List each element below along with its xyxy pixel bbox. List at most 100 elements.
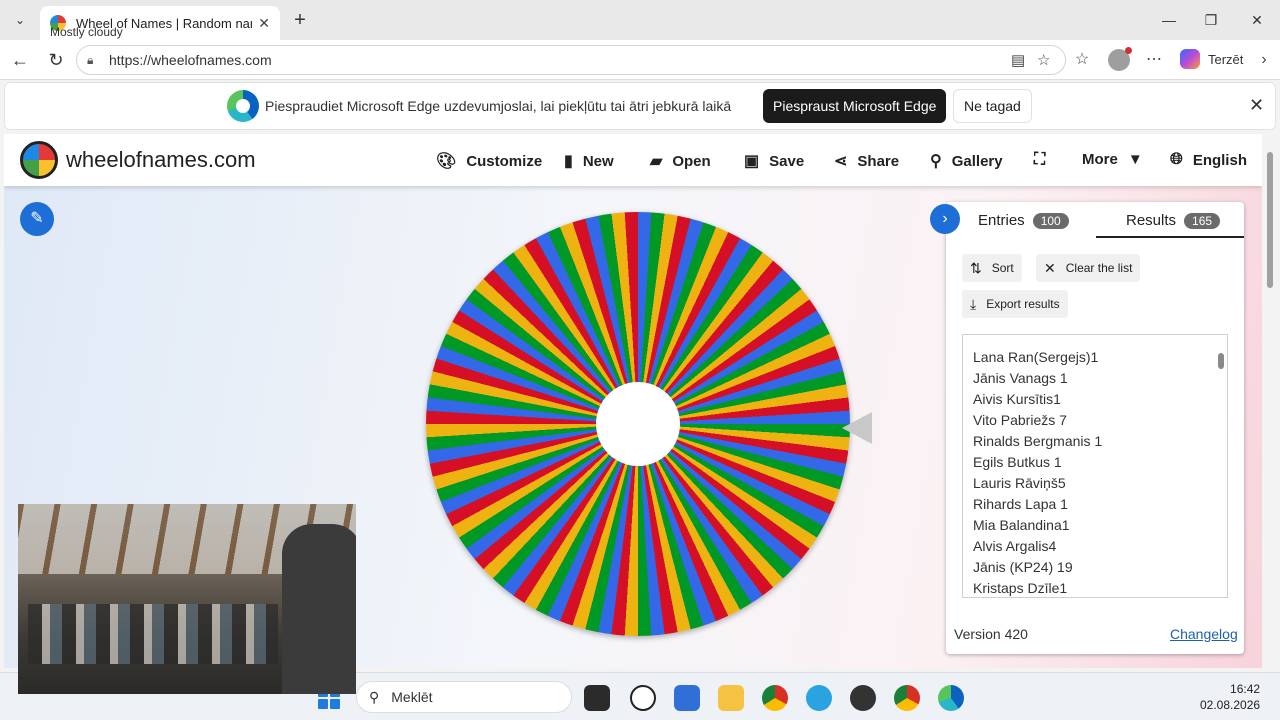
list-item: Rinalds Bergmanis 1 xyxy=(973,433,1103,449)
share-icon: ⋖ xyxy=(834,153,848,170)
site-header: wheelofnames.com 🎨︎ Customize ▮ New ▰ Open … xyxy=(4,134,1262,186)
site-logo-icon[interactable] xyxy=(20,141,58,179)
search-placeholder: Meklēt xyxy=(391,689,433,705)
list-item: Alvis Argalis4 xyxy=(973,538,1057,554)
video-overlay xyxy=(18,504,356,694)
pin-edge-button[interactable]: Piespraust Microsoft Edge xyxy=(763,89,947,123)
edit-pencil-icon[interactable]: ✎ xyxy=(20,202,54,236)
back-icon[interactable]: ← xyxy=(8,48,32,72)
open-button[interactable]: ▰ Open xyxy=(650,151,711,171)
results-label: Results xyxy=(1126,212,1177,229)
task-view-icon[interactable] xyxy=(584,685,610,711)
copilot-button[interactable]: Terzēt xyxy=(1180,49,1243,69)
telegram-icon[interactable] xyxy=(806,685,832,711)
tab-bar: ⌄ Wheel of Names | Random name p ✕ + — ❐… xyxy=(0,0,1280,40)
list-item: Lauris Rāviņš5 xyxy=(973,475,1066,491)
lock-icon[interactable]: 🔒︎ xyxy=(87,53,101,68)
share-label: Share xyxy=(857,152,900,170)
more-button[interactable]: More ▼ xyxy=(1082,151,1143,168)
sort-button[interactable]: ⇅ Sort xyxy=(962,254,1022,282)
edge-icon[interactable] xyxy=(938,685,964,711)
minimize-icon[interactable]: — xyxy=(1146,8,1192,32)
maximize-icon[interactable]: ❐ xyxy=(1188,8,1234,32)
url-field[interactable]: 🔒︎ https://wheelofnames.com ▤ ☆ xyxy=(76,45,1066,75)
sort-label: Sort xyxy=(991,261,1014,275)
more-label: More xyxy=(1082,151,1118,168)
page-scrollbar[interactable] xyxy=(1264,134,1276,668)
page-scroll-thumb[interactable] xyxy=(1267,152,1273,288)
list-item: Vito Pabriežs 7 xyxy=(973,412,1067,428)
refresh-icon[interactable]: ↻ xyxy=(44,48,68,72)
collapse-panel-icon[interactable]: › xyxy=(930,204,960,234)
wheel-center[interactable] xyxy=(596,382,680,466)
results-list[interactable]: Lana Ran(Sergejs)1 Jānis Vanags 1 Aivis … xyxy=(962,334,1228,598)
taskbar-search[interactable]: ⚲ Meklēt xyxy=(356,681,572,713)
gallery-button[interactable]: ⚲ Gallery xyxy=(930,151,1003,171)
tab-actions-icon[interactable]: ⌄ xyxy=(8,8,32,32)
new-button[interactable]: ▮ New xyxy=(564,151,614,171)
search-icon: ⚲ xyxy=(930,153,942,170)
save-button[interactable]: ▣ Save xyxy=(744,151,804,171)
entries-results-panel: Entries 100 Results 165 ⇅ Sort ✕ Clear t… xyxy=(946,202,1244,654)
tab-results[interactable]: Results 165 xyxy=(1126,212,1221,229)
list-item: Aivis Kursītis1 xyxy=(973,391,1061,407)
chrome-profile-icon[interactable] xyxy=(894,685,920,711)
weather-status[interactable]: Mostly cloudy xyxy=(50,25,123,39)
not-now-button[interactable]: Ne tagad xyxy=(953,89,1032,123)
favorite-star-icon[interactable]: ☆ xyxy=(1037,51,1050,69)
chatgpt-icon[interactable] xyxy=(630,685,656,711)
results-count-badge: 165 xyxy=(1184,212,1221,229)
favorites-icon[interactable]: ☆ xyxy=(1070,48,1094,72)
more-options-icon[interactable]: ⋯ xyxy=(1142,48,1166,72)
close-icon: ✕ xyxy=(1044,259,1056,276)
export-results-label: Export results xyxy=(986,297,1060,311)
name-wheel[interactable] xyxy=(426,212,850,636)
clear-list-button[interactable]: ✕ Clear the list xyxy=(1036,254,1141,282)
customize-button[interactable]: 🎨︎ Customize xyxy=(436,151,542,171)
store-icon[interactable] xyxy=(674,685,700,711)
close-tab-icon[interactable]: ✕ xyxy=(258,15,270,32)
save-label: Save xyxy=(769,152,805,170)
search-icon: ⚲ xyxy=(369,688,380,705)
new-tab-icon[interactable]: + xyxy=(288,8,312,32)
tab-entries[interactable]: Entries 100 xyxy=(978,212,1069,229)
fullscreen-button[interactable]: ⛶ xyxy=(1034,151,1055,169)
sort-icon: ⇅ xyxy=(970,259,982,276)
save-icon: ▣ xyxy=(744,153,760,170)
caret-down-icon: ▼ xyxy=(1127,151,1143,168)
list-item: Egils Butkus 1 xyxy=(973,454,1062,470)
export-results-button[interactable]: ⤓ Export results xyxy=(962,290,1068,318)
results-scrollbar[interactable] xyxy=(1217,339,1225,595)
clock-time: 16:42 xyxy=(1230,682,1261,696)
copilot-label: Terzēt xyxy=(1208,51,1244,67)
changelog-link[interactable]: Changelog xyxy=(1170,626,1238,642)
system-clock[interactable]: 16:42 02.08.2026 xyxy=(1200,681,1260,713)
results-scroll-thumb[interactable] xyxy=(1218,353,1224,369)
reader-view-icon[interactable]: ▤ xyxy=(1011,51,1025,69)
entries-label: Entries xyxy=(978,212,1025,229)
close-info-icon[interactable]: ✕ xyxy=(1249,95,1264,116)
download-file-icon: ⤓ xyxy=(970,295,977,312)
app-icon[interactable] xyxy=(850,685,876,711)
profile-avatar[interactable] xyxy=(1108,47,1132,71)
chrome-icon[interactable] xyxy=(762,685,788,711)
share-button[interactable]: ⋖ Share xyxy=(834,151,899,171)
close-window-icon[interactable]: ✕ xyxy=(1234,8,1280,32)
active-tab-indicator xyxy=(1096,236,1244,238)
list-item: Rihards Lapa 1 xyxy=(973,496,1068,512)
new-label: New xyxy=(582,152,614,170)
open-label: Open xyxy=(672,152,711,170)
copilot-icon xyxy=(1180,49,1200,69)
chevron-right-icon[interactable]: › xyxy=(1252,48,1276,72)
info-message: Piespraudiet Microsoft Edge uzdevumjosla… xyxy=(265,98,732,114)
wheel-pointer-icon xyxy=(842,412,872,444)
clear-list-label: Clear the list xyxy=(1065,261,1133,275)
edge-info-bar: Piespraudiet Microsoft Edge uzdevumjosla… xyxy=(4,82,1276,130)
file-explorer-icon[interactable] xyxy=(718,685,744,711)
site-name[interactable]: wheelofnames.com xyxy=(66,147,256,173)
list-item: Lana Ran(Sergejs)1 xyxy=(973,349,1099,365)
list-item: Kristaps Dzīle1 xyxy=(973,580,1068,596)
palette-icon: 🎨︎ xyxy=(436,153,457,170)
language-button[interactable]: 🌐︎ English xyxy=(1170,151,1247,169)
folder-icon: ▰ xyxy=(650,153,663,170)
